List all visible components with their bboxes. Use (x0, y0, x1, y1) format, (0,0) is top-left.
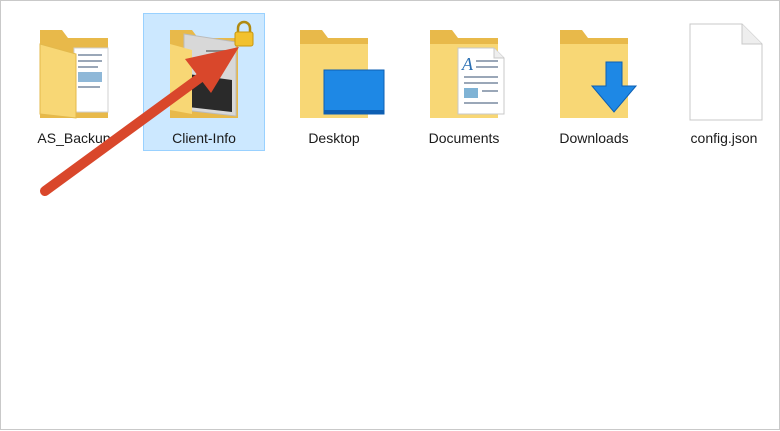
svg-text:A: A (461, 54, 474, 74)
file-explorer-view: AS_Backup Client-Info Desktop A Document… (0, 0, 780, 430)
file-item-config-json[interactable]: config.json (663, 13, 780, 151)
documents-folder-icon: A (430, 30, 505, 118)
file-name: Documents (428, 130, 500, 146)
file-item-as-backup[interactable]: AS_Backup (13, 13, 135, 151)
file-name: config.json (690, 130, 758, 146)
file-name: Downloads (559, 130, 629, 146)
downloads-folder-icon (560, 30, 638, 118)
desktop-folder-icon (300, 30, 385, 118)
folder-with-documents-icon (39, 30, 109, 119)
file-item-downloads[interactable]: Downloads (533, 13, 655, 151)
encrypted-folder-icon (170, 20, 254, 118)
lock-icon (234, 20, 254, 47)
file-name: Desktop (308, 130, 360, 146)
file-name: Client-Info (172, 130, 236, 146)
file-item-documents[interactable]: A Documents (403, 13, 525, 151)
json-file-icon (689, 23, 763, 121)
file-item-desktop[interactable]: Desktop (273, 13, 395, 151)
file-name: AS_Backup (37, 130, 111, 146)
file-item-client-info[interactable]: Client-Info (143, 13, 265, 151)
